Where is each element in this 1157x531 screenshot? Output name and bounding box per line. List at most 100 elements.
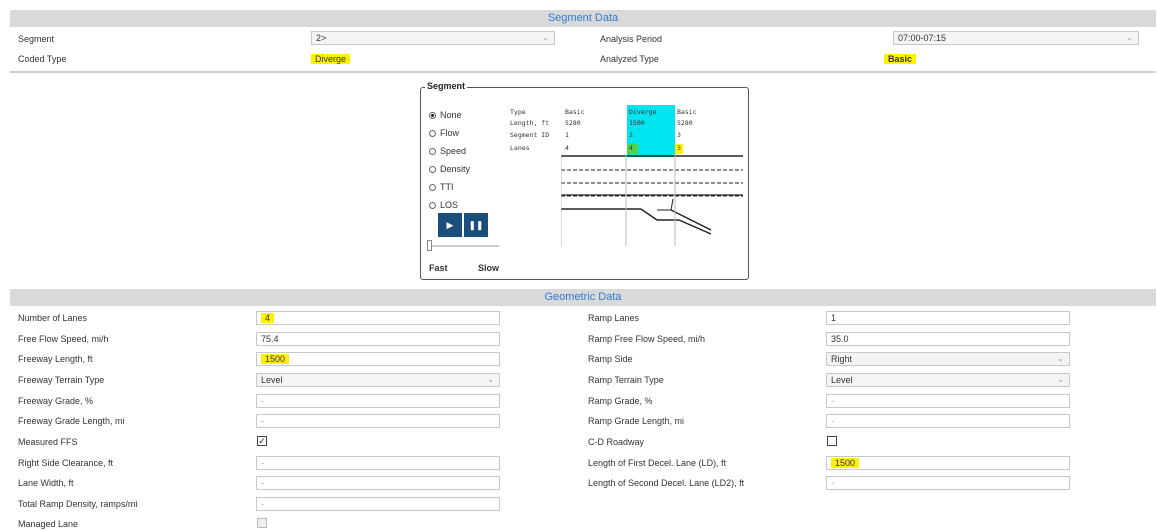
radio-icon <box>429 202 436 209</box>
cd-roadway-checkbox[interactable] <box>827 436 837 446</box>
second-decel-lane-field[interactable]: - <box>826 476 1070 490</box>
section-divider <box>10 71 1156 73</box>
radio-none[interactable]: None <box>429 110 462 120</box>
analysis-period-label: Analysis Period <box>600 34 663 44</box>
ramp-terrain-value: Level <box>831 375 853 385</box>
freeway-length-value: 1500 <box>261 354 290 364</box>
table-cell: 3 <box>677 131 681 139</box>
analysis-period-select[interactable]: 07:00-07:15 ⌄ <box>893 31 1139 45</box>
ramp-terrain-label: Ramp Terrain Type <box>588 375 664 385</box>
table-cell: 4 <box>565 144 569 152</box>
speed-slider-handle[interactable] <box>427 240 432 251</box>
chevron-down-icon: ⌄ <box>1057 375 1064 384</box>
row-label-segment-id: Segment ID <box>510 131 550 139</box>
radio-icon <box>429 184 436 191</box>
ramp-ffs-field[interactable]: 35.0 <box>826 332 1070 346</box>
radio-los[interactable]: LOS <box>429 200 458 210</box>
analyzed-type-value-wrap: Basic <box>884 53 917 65</box>
segment-select[interactable]: 2> ⌄ <box>311 31 555 45</box>
ramp-terrain-select[interactable]: Level ⌄ <box>826 373 1070 387</box>
chevron-down-icon: ⌄ <box>542 33 549 42</box>
freeway-length-label: Freeway Length, ft <box>18 354 93 364</box>
freeway-terrain-select[interactable]: Level ⌄ <box>256 373 500 387</box>
right-side-clearance-field[interactable]: - <box>256 456 500 470</box>
lane-width-label: Lane Width, ft <box>18 478 74 488</box>
table-cell: 1 <box>565 131 569 139</box>
number-of-lanes-label: Number of Lanes <box>18 313 88 323</box>
radio-icon <box>429 148 436 155</box>
speed-slider-track[interactable] <box>429 245 499 247</box>
radio-icon <box>429 130 436 137</box>
radio-label: LOS <box>440 200 459 210</box>
row-label-lanes: Lanes <box>510 144 530 152</box>
ramp-side-label: Ramp Side <box>588 354 633 364</box>
roadway-diagram <box>561 154 743 246</box>
table-cell: 5280 <box>565 119 581 127</box>
freeway-grade-field[interactable]: - <box>256 394 500 408</box>
measured-ffs-checkbox[interactable]: ✓ <box>257 436 267 446</box>
radio-icon <box>429 166 436 173</box>
row-label-length: Length, ft <box>510 119 550 127</box>
right-side-clearance-label: Right Side Clearance, ft <box>18 458 114 468</box>
table-cell: 3 <box>677 144 681 152</box>
ramp-grade-length-field[interactable]: - <box>826 414 1070 428</box>
radio-flow[interactable]: Flow <box>429 128 459 138</box>
freeway-terrain-label: Freeway Terrain Type <box>18 375 105 385</box>
free-flow-speed-field[interactable]: 75.4 <box>256 332 500 346</box>
ramp-ffs-label: Ramp Free Flow Speed, mi/h <box>588 334 706 344</box>
table-cell: Diverge <box>629 108 657 116</box>
speed-slow-label: Slow <box>478 263 500 273</box>
coded-type-label: Coded Type <box>18 54 67 64</box>
second-decel-lane-label: Length of Second Decel. Lane (LD2), ft <box>588 478 745 488</box>
segment-label: Segment <box>18 34 55 44</box>
table-cell: Basic <box>677 108 697 116</box>
freeway-length-field[interactable]: 1500 <box>256 352 500 366</box>
radio-label: Speed <box>440 146 467 156</box>
radio-selected-icon <box>429 112 436 119</box>
segment-data-header: Segment Data <box>10 10 1156 27</box>
table-cell: 2 <box>629 131 633 139</box>
row-label-type: Type <box>510 108 526 116</box>
radio-label: TTI <box>440 182 454 192</box>
geometric-data-header: Geometric Data <box>10 289 1156 306</box>
radio-density[interactable]: Density <box>429 164 470 174</box>
pause-button[interactable]: ❚❚ <box>464 213 488 237</box>
coded-type-value: Diverge <box>311 54 351 64</box>
ramp-lanes-label: Ramp Lanes <box>588 313 640 323</box>
analysis-period-value: 07:00-07:15 <box>898 33 947 43</box>
measured-ffs-label: Measured FFS <box>18 437 78 447</box>
freeway-grade-label: Freeway Grade, % <box>18 396 94 406</box>
segment-panel: Segment None Flow Speed Density TTI LOS … <box>420 81 749 280</box>
table-cell: Basic <box>565 108 585 116</box>
first-decel-lane-value: 1500 <box>831 458 860 468</box>
chevron-down-icon: ⌄ <box>1057 354 1064 363</box>
radio-tti[interactable]: TTI <box>429 182 454 192</box>
total-ramp-density-field[interactable]: - <box>256 497 500 511</box>
analyzed-type-value: Basic <box>884 54 917 64</box>
first-decel-lane-field[interactable]: 1500 <box>826 456 1070 470</box>
number-of-lanes-value: 4 <box>261 313 275 323</box>
play-icon: ▶ <box>446 220 454 230</box>
ramp-grade-field[interactable]: - <box>826 394 1070 408</box>
freeway-terrain-value: Level <box>261 375 283 385</box>
table-cell: 4 <box>629 144 633 152</box>
ramp-side-select[interactable]: Right ⌄ <box>826 352 1070 366</box>
managed-lane-label: Managed Lane <box>18 519 79 529</box>
managed-lane-checkbox[interactable] <box>257 518 267 528</box>
chevron-down-icon: ⌄ <box>1126 33 1133 42</box>
lane-width-field[interactable]: - <box>256 476 500 490</box>
ramp-side-value: Right <box>831 354 853 364</box>
play-button[interactable]: ▶ <box>438 213 462 237</box>
segment-select-value: 2> <box>316 33 327 43</box>
coded-type-value-wrap: Diverge <box>311 53 351 65</box>
ramp-lanes-field[interactable]: 1 <box>826 311 1070 325</box>
analyzed-type-label: Analyzed Type <box>600 54 659 64</box>
chevron-down-icon: ⌄ <box>487 375 494 384</box>
radio-speed[interactable]: Speed <box>429 146 466 156</box>
first-decel-lane-label: Length of First Decel. Lane (LD), ft <box>588 458 727 468</box>
cd-roadway-label: C-D Roadway <box>588 437 645 447</box>
total-ramp-density-label: Total Ramp Density, ramps/mi <box>18 499 138 509</box>
freeway-grade-length-field[interactable]: - <box>256 414 500 428</box>
ramp-grade-length-label: Ramp Grade Length, mi <box>588 416 685 426</box>
number-of-lanes-field[interactable]: 4 <box>256 311 500 325</box>
